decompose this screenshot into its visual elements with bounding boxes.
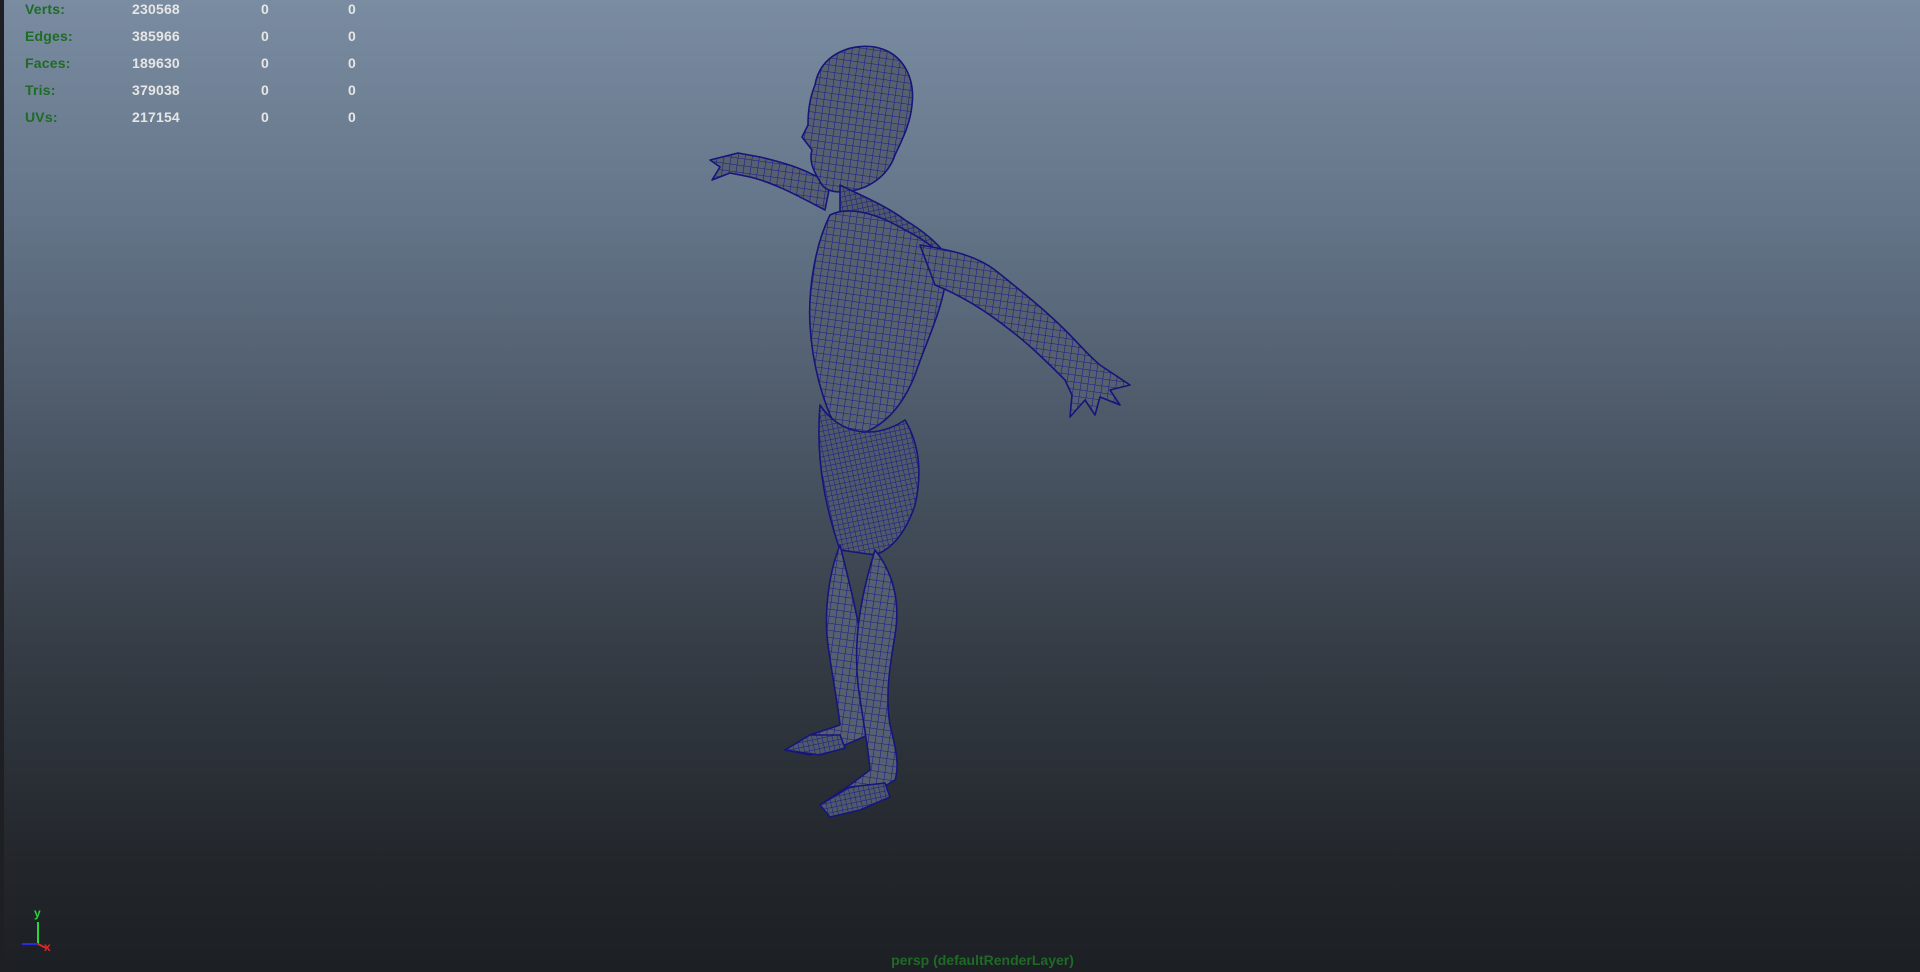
hud-total: 189630 (132, 55, 180, 71)
hud-components: 0 (348, 82, 356, 98)
axis-y-label: y (34, 906, 41, 920)
hud-components: 0 (348, 1, 356, 17)
poly-count-hud: Verts: 230568 0 0 Edges: 385966 0 0 Face… (25, 0, 365, 131)
hud-selected: 0 (261, 28, 269, 44)
hud-components: 0 (348, 109, 356, 125)
hud-components: 0 (348, 55, 356, 71)
hud-row-faces: Faces: 189630 0 0 (25, 50, 365, 77)
view-axis: y x (12, 906, 62, 958)
hud-label: Tris: (25, 82, 56, 98)
hud-row-tris: Tris: 379038 0 0 (25, 77, 365, 104)
hud-row-edges: Edges: 385966 0 0 (25, 23, 365, 50)
hud-label: Verts: (25, 1, 66, 17)
hud-label: Faces: (25, 55, 71, 71)
hud-components: 0 (348, 28, 356, 44)
hud-label: Edges: (25, 28, 73, 44)
hud-row-verts: Verts: 230568 0 0 (25, 0, 365, 23)
hud-total: 230568 (132, 1, 180, 17)
3d-viewport[interactable]: Verts: 230568 0 0 Edges: 385966 0 0 Face… (0, 0, 1920, 972)
hud-selected: 0 (261, 109, 269, 125)
camera-label: persp (defaultRenderLayer) (891, 952, 1074, 968)
hud-total: 217154 (132, 109, 180, 125)
wireframe-human-model[interactable] (690, 45, 1230, 945)
panel-border (0, 0, 4, 972)
hud-selected: 0 (261, 82, 269, 98)
hud-total: 379038 (132, 82, 180, 98)
hud-selected: 0 (261, 55, 269, 71)
hud-label: UVs: (25, 109, 58, 125)
hud-total: 385966 (132, 28, 180, 44)
hud-row-uvs: UVs: 217154 0 0 (25, 104, 365, 131)
hud-selected: 0 (261, 1, 269, 17)
